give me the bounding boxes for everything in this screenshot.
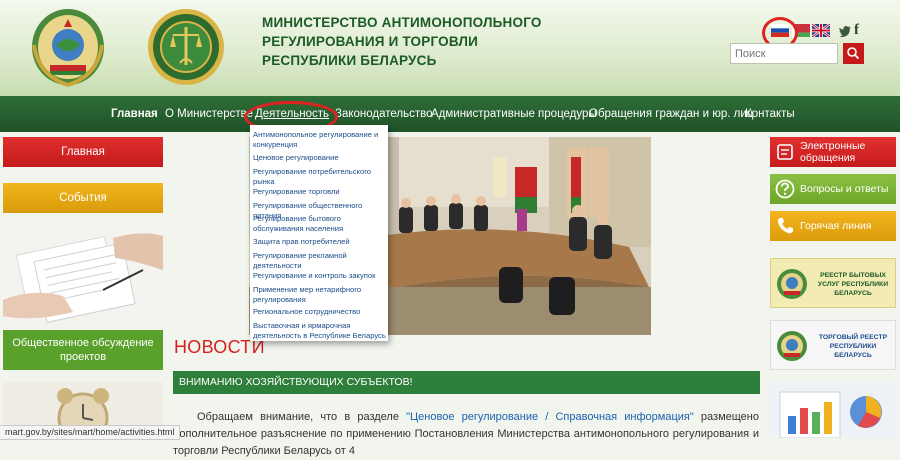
registry-emblem-icon [777, 269, 807, 299]
dropdown-item-advertising[interactable]: Регулирование рекламной деятельности [253, 251, 387, 270]
dropdown-item-exhibitions[interactable]: Выставочная и ярмарочная деятельность в … [253, 321, 387, 340]
document-icon [777, 144, 793, 160]
side-home-button[interactable]: Главная [3, 137, 163, 167]
site-title-line: РЕГУЛИРОВАНИЯ И ТОРГОВЛИ [262, 34, 479, 49]
trade-registry-label: ТОРГОВЫЙ РЕЕСТР РЕСПУБЛИКИ БЕЛАРУСЬ [818, 334, 888, 359]
dropdown-item-consumer-rights[interactable]: Защита прав потребителей [253, 237, 387, 247]
activities-dropdown: Антимонопольное регулирование и конкурен… [250, 125, 388, 341]
news-text-part: Обращаем внимание, что в разделе [197, 411, 407, 423]
news-banner[interactable]: ВНИМАНИЮ ХОЗЯЙСТВУЮЩИХ СУБЪЕКТОВ! [173, 371, 760, 394]
dropdown-item-non-tariff[interactable]: Применение мер нетарифного регулирования [253, 285, 387, 304]
analytics-banner[interactable] [770, 382, 896, 438]
dropdown-item-procurement[interactable]: Регулирование и контроль закупок [253, 271, 387, 281]
flag-gb-icon[interactable] [812, 24, 830, 37]
dropdown-item-trade[interactable]: Регулирование торговли [253, 187, 387, 197]
dropdown-item-consumer-market[interactable]: Регулирование потребительского рынка [253, 167, 387, 186]
nav-item-contacts[interactable]: Контакты [745, 96, 795, 132]
phone-icon [777, 218, 793, 234]
search-button[interactable] [843, 43, 864, 64]
twitter-icon[interactable] [838, 24, 852, 38]
side-events-button[interactable]: События [3, 183, 163, 213]
questions-answers-button[interactable]: Вопросы и ответы [770, 174, 896, 204]
news-text: Обращаем внимание, что в разделе "Ценово… [173, 409, 759, 460]
site-header: МИНИСТЕРСТВО АНТИМОНОПОЛЬНОГО РЕГУЛИРОВА… [0, 0, 900, 96]
nav-item-about[interactable]: О Министерстве [165, 96, 253, 132]
nav-item-admin-procedures[interactable]: Административные процедуры [431, 96, 597, 132]
dropdown-item-regional[interactable]: Региональное сотрудничество [253, 307, 387, 317]
ministry-emblem-icon[interactable] [146, 5, 226, 89]
registry-emblem-icon [777, 331, 807, 361]
facebook-icon[interactable]: f [854, 22, 859, 39]
dropdown-item-antimonopoly[interactable]: Антимонопольное регулирование и конкурен… [253, 130, 387, 149]
site-title: МИНИСТЕРСТВО АНТИМОНОПОЛЬНОГО РЕГУЛИРОВА… [262, 13, 552, 70]
site-title-line: РЕСПУБЛИКИ БЕЛАРУСЬ [262, 53, 437, 68]
belarus-emblem-icon[interactable] [28, 5, 108, 89]
search-input[interactable] [730, 43, 838, 64]
news-link[interactable]: "Ценовое регулирование / Справочная инфо… [406, 411, 694, 423]
dropdown-item-household-services[interactable]: Регулирование бытового обслуживания насе… [253, 214, 387, 233]
public-discussion-label: Общественное обсуждение проектов [3, 330, 163, 370]
questions-answers-label: Вопросы и ответы [800, 183, 889, 195]
household-services-registry-banner[interactable]: РЕЕСТР БЫТОВЫХ УСЛУГ РЕСПУБЛИКИ БЕЛАРУСЬ [770, 258, 896, 308]
hotline-label: Горячая линия [800, 220, 872, 232]
dropdown-item-pricing[interactable]: Ценовое регулирование [253, 153, 387, 163]
public-discussion-banner[interactable]: Общественное обсуждение проектов [3, 230, 163, 370]
site-title-line: МИНИСТЕРСТВО АНТИМОНОПОЛЬНОГО [262, 15, 542, 30]
household-services-registry-label: РЕЕСТР БЫТОВЫХ УСЛУГ РЕСПУБЛИКИ БЕЛАРУСЬ [817, 272, 889, 297]
discussion-photo [3, 230, 163, 330]
search-icon [847, 47, 860, 60]
chart-illustration-icon [770, 382, 896, 438]
nav-item-appeals[interactable]: Обращения граждан и юр. лиц [589, 96, 753, 132]
trade-registry-banner[interactable]: ТОРГОВЫЙ РЕЕСТР РЕСПУБЛИКИ БЕЛАРУСЬ [770, 320, 896, 370]
electronic-appeals-button[interactable]: Электронные обращения [770, 137, 896, 167]
question-icon [775, 179, 795, 199]
electronic-appeals-label: Электронные обращения [800, 140, 866, 164]
main-nav: Главная О Министерстве Деятельность Зако… [0, 96, 900, 132]
hotline-button[interactable]: Горячая линия [770, 211, 896, 241]
nav-item-home[interactable]: Главная [111, 96, 158, 132]
